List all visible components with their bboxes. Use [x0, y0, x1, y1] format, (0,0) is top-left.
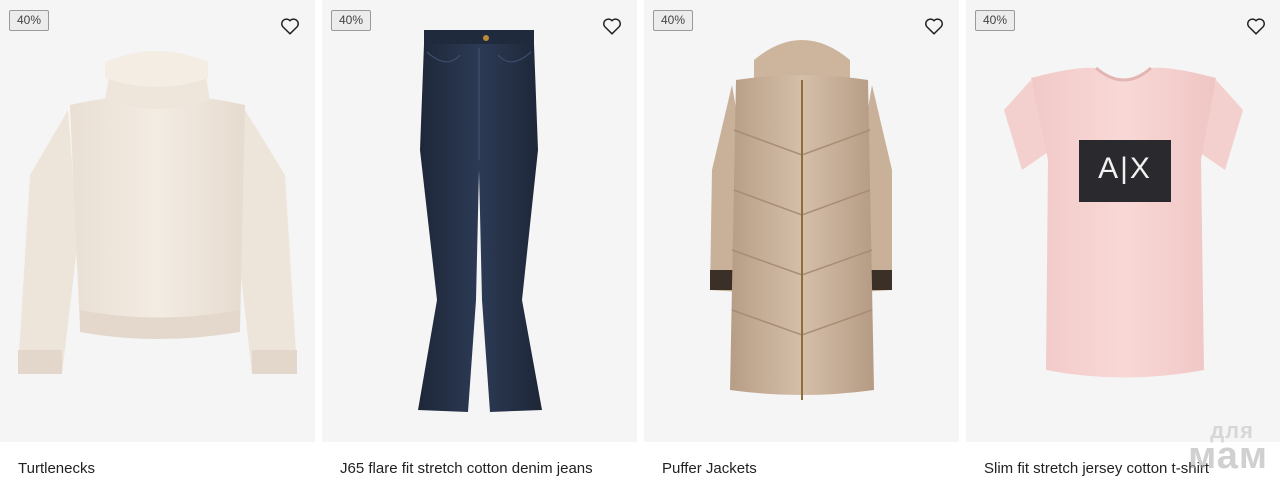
- heart-outline-icon[interactable]: [601, 15, 623, 37]
- product-grid: 40% Turtlenecks 40% J65 flare fit stretc…: [0, 0, 1280, 490]
- product-card-jeans[interactable]: 40% J65 flare fit stretch cotton denim j…: [322, 0, 637, 490]
- tshirt-logo: A|X: [1098, 152, 1152, 185]
- product-image[interactable]: 40%: [0, 0, 315, 442]
- heart-outline-icon[interactable]: [923, 15, 945, 37]
- pink-tshirt-image: [1004, 66, 1243, 378]
- product-title[interactable]: Slim fit stretch jersey cotton t-shirt: [984, 460, 1209, 477]
- product-card-turtlenecks[interactable]: 40% Turtlenecks: [0, 0, 315, 490]
- puffer-jacket-image: [710, 40, 892, 400]
- turtleneck-sweater-image: [18, 51, 297, 374]
- discount-badge: 40%: [975, 10, 1016, 31]
- product-image[interactable]: 40%: [644, 0, 959, 442]
- heart-outline-icon[interactable]: [279, 15, 301, 37]
- product-card-puffer-jackets[interactable]: 40% Puffer Jackets: [644, 0, 959, 490]
- product-image[interactable]: 40%: [322, 0, 637, 442]
- heart-outline-icon[interactable]: [1245, 15, 1267, 37]
- discount-badge: 40%: [331, 10, 372, 31]
- product-title[interactable]: J65 flare fit stretch cotton denim jeans: [340, 460, 593, 477]
- product-card-tshirt[interactable]: A|X 40% Slim fit stretch jersey cotton t…: [966, 0, 1280, 490]
- flare-jeans-image: [418, 30, 542, 412]
- product-title[interactable]: Puffer Jackets: [662, 460, 757, 477]
- product-title[interactable]: Turtlenecks: [18, 460, 95, 477]
- discount-badge: 40%: [653, 10, 694, 31]
- discount-badge: 40%: [9, 10, 50, 31]
- product-image[interactable]: A|X 40%: [966, 0, 1280, 442]
